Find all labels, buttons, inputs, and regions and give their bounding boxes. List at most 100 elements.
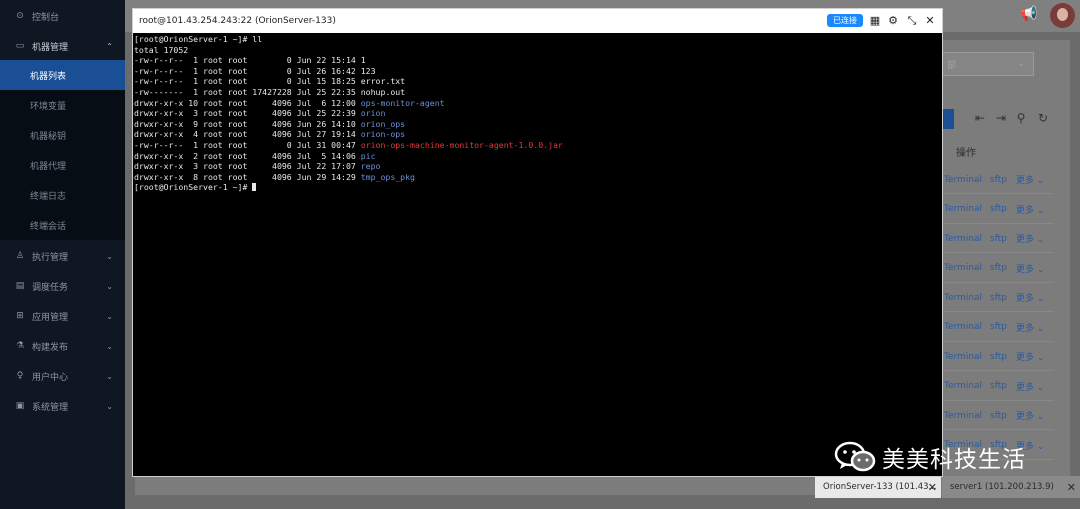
sidebar-subitem[interactable]: 终端会话 — [0, 210, 125, 240]
sidebar-item[interactable]: ▭ 机器管理 ⌃ — [0, 31, 125, 61]
terminal-title-bar: root@101.43.254.243:22 (OrionServer-133)… — [133, 9, 942, 33]
qrcode-icon[interactable]: ▦ — [868, 13, 882, 29]
terminal-tab[interactable]: server1 (101.200.213.9) ✕ — [942, 476, 1080, 498]
terminal-text: drwxr-xr-x 4 root root 4096 Jul 27 19:14 — [134, 129, 361, 140]
sidebar-item-label: 调度任务 — [32, 282, 69, 293]
terminal-text: -rw-r--r-- 1 root root 0 Jun 22 15:14 — [134, 55, 361, 66]
terminal-link[interactable]: Terminal — [944, 234, 984, 244]
gear-icon[interactable]: ⚙ — [886, 13, 900, 29]
terminal-link[interactable]: Terminal — [944, 263, 984, 273]
chevron-down-icon: ⌄ — [106, 311, 113, 321]
table-row: Terminal sftp 更多 ⌄ — [944, 166, 1054, 194]
terminal-text: drwxr-xr-x 8 root root 4096 Jun 29 14:29 — [134, 171, 361, 182]
directory-name: pic — [360, 150, 376, 161]
terminal-link[interactable]: Terminal — [944, 322, 984, 332]
more-link[interactable]: 更多 ⌄ — [1016, 321, 1044, 334]
sidebar-item[interactable]: ⊞ 应用管理 ⌄ — [0, 301, 125, 331]
table-row: Terminal sftp 更多 ⌄ — [944, 255, 1054, 283]
sftp-link[interactable]: sftp — [990, 263, 1012, 273]
terminal-line: drwxr-xr-x 2 root root 4096 Jul 5 14:06 … — [134, 151, 940, 162]
terminal-link[interactable]: Terminal — [944, 293, 984, 303]
search-icon[interactable]: ⚲ — [1013, 111, 1029, 125]
terminal-link[interactable]: Terminal — [944, 352, 984, 362]
sftp-link[interactable]: sftp — [990, 381, 1012, 391]
sftp-link[interactable]: sftp — [990, 411, 1012, 421]
sidebar-item[interactable]: ⊙ 控制台 — [0, 1, 125, 31]
sftp-link[interactable]: sftp — [990, 234, 1012, 244]
more-link[interactable]: 更多 ⌄ — [1016, 380, 1044, 393]
primary-button[interactable] — [942, 109, 954, 129]
more-link[interactable]: 更多 ⌄ — [1016, 173, 1044, 186]
wechat-icon — [834, 441, 876, 472]
terminal-output[interactable]: [root@OrionServer-1 ~]# ll total 17052 -rw… — [134, 33, 940, 474]
terminal-link[interactable]: Terminal — [944, 204, 984, 214]
terminal-line: total 17052 — [134, 45, 940, 56]
terminal-line: -rw------- 1 root root 17427228 Jul 25 2… — [134, 87, 940, 98]
sidebar-subitem[interactable]: 终端日志 — [0, 180, 125, 210]
table-row: Terminal sftp 更多 ⌄ — [944, 402, 1054, 430]
sftp-link[interactable]: sftp — [990, 322, 1012, 332]
terminal-line: -rw-r--r-- 1 root root 0 Jul 26 16:42 12… — [134, 66, 940, 77]
terminal-link[interactable]: Terminal — [944, 411, 984, 421]
terminal-text: drwxr-xr-x 3 root root 4096 Jul 22 17:07 — [134, 161, 361, 172]
terminal-line: drwxr-xr-x 3 root root 4096 Jul 22 17:07… — [134, 161, 940, 172]
sftp-link[interactable]: sftp — [990, 352, 1012, 362]
terminal-text: total 17052 — [134, 44, 189, 55]
chevron-down-icon: ⌄ — [106, 371, 113, 381]
chevron-down-icon: ⌄ — [1017, 59, 1025, 69]
terminal-link[interactable]: Terminal — [944, 175, 984, 185]
play-icon: ♙ — [15, 251, 25, 261]
terminal-text: -rw-r--r-- 1 root root 0 Jul 15 18:25 — [134, 76, 361, 87]
table-row: Terminal sftp 更多 ⌄ — [944, 373, 1054, 401]
terminal-line: drwxr-xr-x 3 root root 4096 Jul 25 22:39… — [134, 108, 940, 119]
terminal-text: drwxr-xr-x 9 root root 4096 Jun 26 14:10 — [134, 118, 361, 129]
sftp-link[interactable]: sftp — [990, 175, 1012, 185]
sidebar-item[interactable]: ♀ 用户中心 ⌄ — [0, 361, 125, 391]
export-icon[interactable]: ⇥ — [993, 111, 1009, 125]
build-icon: ⚗ — [15, 341, 25, 351]
terminal-line: [root@OrionServer-1 ~]# — [134, 182, 940, 193]
sftp-link[interactable]: sftp — [990, 293, 1012, 303]
chevron-down-icon: ⌄ — [106, 251, 113, 261]
import-icon[interactable]: ⇤ — [972, 111, 988, 125]
sidebar-subitem[interactable]: 机器代理 — [0, 150, 125, 180]
terminal-text: -rw-r--r-- 1 root root 0 Jul 31 00:47 — [134, 139, 361, 150]
close-icon[interactable]: ✕ — [1067, 481, 1076, 494]
more-link[interactable]: 更多 ⌄ — [1016, 262, 1044, 275]
calendar-icon: ▤ — [15, 281, 25, 291]
terminal-tab-active[interactable]: OrionServer-133 (101.43... ✕ — [815, 476, 941, 498]
terminal-line: -rw-r--r-- 1 root root 0 Jul 15 18:25 er… — [134, 76, 940, 87]
more-link[interactable]: 更多 ⌄ — [1016, 409, 1044, 422]
directory-name: ops-monitor-agent — [360, 97, 445, 108]
more-link[interactable]: 更多 ⌄ — [1016, 350, 1044, 363]
minimize-icon[interactable]: ⤡ — [905, 13, 919, 29]
sidebar-item[interactable]: ▤ 调度任务 ⌄ — [0, 271, 125, 301]
megaphone-icon[interactable]: 📢 — [1020, 6, 1037, 22]
avatar[interactable] — [1050, 3, 1075, 28]
sidebar-item[interactable]: ▣ 系统管理 ⌄ — [0, 391, 125, 421]
sftp-link[interactable]: sftp — [990, 204, 1012, 214]
more-link[interactable]: 更多 ⌄ — [1016, 232, 1044, 245]
user-icon: ♀ — [16, 371, 24, 381]
filter-select[interactable]: 部 ⌄ — [942, 52, 1034, 76]
close-icon[interactable]: ✕ — [928, 481, 937, 494]
more-link[interactable]: 更多 ⌄ — [1016, 203, 1044, 216]
sidebar-item[interactable]: ⚗ 构建发布 ⌄ — [0, 331, 125, 361]
table-row: Terminal sftp 更多 ⌄ — [944, 196, 1054, 224]
sidebar-item-label: 构建发布 — [32, 342, 69, 353]
terminal-tabs: OrionServer-133 (101.43... ✕ server1 (10… — [815, 476, 1080, 498]
terminal-text: drwxr-xr-x 10 root root 4096 Jul 6 12:00 — [134, 97, 361, 108]
sidebar-subitem[interactable]: 机器秘钥 — [0, 120, 125, 150]
terminal-link[interactable]: Terminal — [944, 381, 984, 391]
close-icon[interactable]: ✕ — [923, 13, 937, 29]
terminal-text: -rw-r--r-- 1 root root 0 Jul 26 16:42 — [134, 65, 361, 76]
sidebar-subitem[interactable]: 机器列表 — [0, 60, 125, 90]
status-badge: 已连接 — [827, 14, 863, 27]
terminal-line: drwxr-xr-x 8 root root 4096 Jun 29 14:29… — [134, 172, 940, 183]
more-link[interactable]: 更多 ⌄ — [1016, 291, 1044, 304]
terminal-text: -rw------- 1 root root 17427228 Jul 25 2… — [134, 86, 361, 97]
sidebar-subitem[interactable]: 环境变量 — [0, 90, 125, 120]
column-header-actions: 操作 — [956, 148, 976, 159]
refresh-icon[interactable]: ↻ — [1035, 111, 1051, 125]
sidebar-item[interactable]: ♙ 执行管理 ⌄ — [0, 241, 125, 271]
